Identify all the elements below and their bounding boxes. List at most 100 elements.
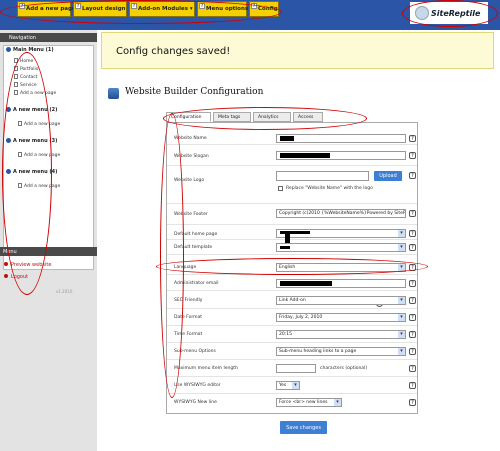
configuration-panel: Website Name ? Website Slogan ? Website … — [166, 122, 418, 414]
logout-link[interactable]: Logout — [4, 274, 28, 280]
help-icon[interactable]: ? — [409, 210, 416, 217]
add-page-link-1[interactable]: Add a new page — [14, 90, 56, 96]
help-icon[interactable]: ? — [409, 135, 416, 142]
config-button[interactable]: ? Config — [249, 1, 279, 17]
menu-title-2[interactable]: A new menu (2) — [6, 107, 57, 113]
language-select[interactable]: English — [276, 263, 406, 272]
default-template-label: Default template — [174, 245, 213, 250]
replace-name-checkbox[interactable] — [278, 186, 283, 191]
row-submenu-options: Sub-menu Options Sub-menu heading links … — [167, 344, 417, 360]
help-icon[interactable]: ? — [409, 230, 416, 237]
wysiwyg-newline-select[interactable]: Force <br> new lines — [276, 398, 342, 407]
date-format-label: Date Format — [174, 315, 203, 320]
row-website-footer: Website Footer Copyright (c)2010 {%Websi… — [167, 205, 417, 225]
row-website-name: Website Name ? — [167, 131, 417, 145]
time-format-select[interactable]: 20:15 — [276, 330, 406, 339]
bullet-icon — [4, 274, 8, 278]
top-toolbar: ? Add a new page ? Layout design ? Add-on M… — [0, 0, 500, 30]
help-icon[interactable]: ? — [409, 348, 416, 355]
row-date-format: Date Format Friday, July 2, 2010 ? — [167, 310, 417, 326]
menu-bullet-icon — [6, 107, 11, 112]
logo-file-input[interactable] — [276, 171, 369, 181]
characters-optional-label: characters (optional) — [320, 366, 368, 371]
help-icon[interactable]: ? — [409, 280, 416, 287]
row-language: Language English ? — [167, 261, 417, 275]
addon-modules-button[interactable]: ? Add-on Modules ▾ — [129, 1, 195, 17]
save-changes-button[interactable]: Save changes — [280, 421, 327, 434]
upload-button[interactable]: Upload — [374, 171, 402, 181]
page-icon — [14, 66, 18, 71]
nav-item-contact[interactable]: Contact — [14, 74, 38, 80]
redaction — [280, 246, 290, 249]
time-format-label: Time Format — [174, 332, 203, 337]
nav-item-home[interactable]: Home — [14, 58, 33, 64]
nav-item-portfolio[interactable]: Portfolio — [14, 66, 39, 72]
add-page-link-2[interactable]: Add a new page — [18, 121, 60, 127]
website-footer-input[interactable]: Copyright (c)2010 {%WebsiteName%}Powered… — [276, 209, 406, 218]
sitereptile-logo: SiteReptile — [410, 2, 488, 24]
page-icon — [14, 82, 18, 87]
layout-design-button[interactable]: ? Layout design — [73, 1, 127, 17]
tab-access[interactable]: Access — [293, 112, 323, 122]
tab-analytics[interactable]: Analytics — [253, 112, 291, 122]
nav-item-service[interactable]: Service — [14, 82, 37, 88]
logo-swirl-icon — [415, 6, 429, 20]
tab-meta-tags[interactable]: Meta tags — [213, 112, 251, 122]
config-icon — [108, 88, 119, 99]
sidebar: Navigation Main Menu (1) Home Portfolio … — [0, 30, 97, 451]
row-admin-email: Administrator email ? — [167, 277, 417, 291]
success-banner: Config changes saved! — [101, 32, 494, 69]
add-new-page-button[interactable]: ? Add a new page — [17, 1, 76, 17]
help-icon[interactable]: ? — [409, 264, 416, 271]
menu-bullet-icon — [6, 47, 11, 52]
default-template-select[interactable] — [276, 243, 406, 252]
menu-title-3[interactable]: A new menu (3) — [6, 138, 57, 144]
menu-header: Menu — [0, 247, 97, 256]
menu-title-1[interactable]: Main Menu (1) — [6, 47, 54, 53]
help-icon[interactable]: ? — [409, 244, 416, 251]
menu-bullet-icon — [6, 138, 11, 143]
menu-title-4[interactable]: A new menu (4) — [6, 169, 57, 175]
add-page-link-4[interactable]: Add a new page — [18, 183, 60, 189]
help-icon: ? — [251, 3, 257, 9]
help-icon[interactable]: ? — [409, 172, 416, 179]
page: { "toolbar": { "add_page": "Add a new pa… — [0, 0, 500, 451]
menu-options-button[interactable]: ? Menu options — [197, 1, 248, 17]
use-wysiwyg-select[interactable]: Yes — [276, 381, 300, 390]
add-page-icon — [18, 152, 22, 157]
add-page-icon — [14, 90, 18, 95]
submenu-options-label: Sub-menu Options — [174, 349, 216, 354]
max-menu-length-label: Maximum menu item length — [174, 366, 238, 371]
date-format-select[interactable]: Friday, July 2, 2010 — [276, 313, 406, 322]
page-title: Website Builder Configuration — [125, 87, 264, 97]
seo-friendly-select[interactable]: Link Add-on — [276, 296, 406, 305]
use-wysiwyg-label: Use WYSIWYG editor — [174, 383, 221, 388]
help-icon[interactable]: ? — [409, 331, 416, 338]
help-icon: ? — [131, 3, 137, 9]
row-max-menu-length: Maximum menu item length characters (opt… — [167, 361, 417, 377]
help-icon[interactable]: ? — [409, 314, 416, 321]
website-footer-label: Website Footer — [174, 212, 208, 217]
replace-name-label: Replace "Website Name" with the logo — [286, 186, 373, 191]
add-page-link-3[interactable]: Add a new page — [18, 152, 60, 158]
help-icon[interactable]: ? — [409, 382, 416, 389]
help-icon[interactable]: ? — [409, 297, 416, 304]
help-icon[interactable]: ? — [409, 399, 416, 406]
row-default-home-page: Default home page ? — [167, 228, 417, 244]
max-menu-length-input[interactable] — [276, 364, 316, 373]
row-wysiwyg-newline: WYSIWYG New line Force <br> new lines ? — [167, 395, 417, 411]
website-slogan-label: Website Slogan — [174, 154, 209, 159]
menu-bullet-icon — [6, 169, 11, 174]
preview-website-link[interactable]: Preview website — [4, 262, 51, 268]
help-icon[interactable]: ? — [409, 365, 416, 372]
row-default-template: Default template ? — [167, 241, 417, 255]
submenu-options-select[interactable]: Sub-menu heading links to a page — [276, 347, 406, 356]
website-name-input[interactable] — [276, 134, 406, 143]
add-page-icon — [18, 121, 22, 126]
page-icon — [14, 58, 18, 63]
redaction — [280, 136, 294, 141]
navigation-tree: Main Menu (1) Home Portfolio Contact Ser… — [3, 45, 94, 270]
version-label: v1.2010 — [56, 289, 73, 294]
help-icon[interactable]: ? — [409, 152, 416, 159]
tab-configuration[interactable]: Configuration — [166, 112, 211, 122]
